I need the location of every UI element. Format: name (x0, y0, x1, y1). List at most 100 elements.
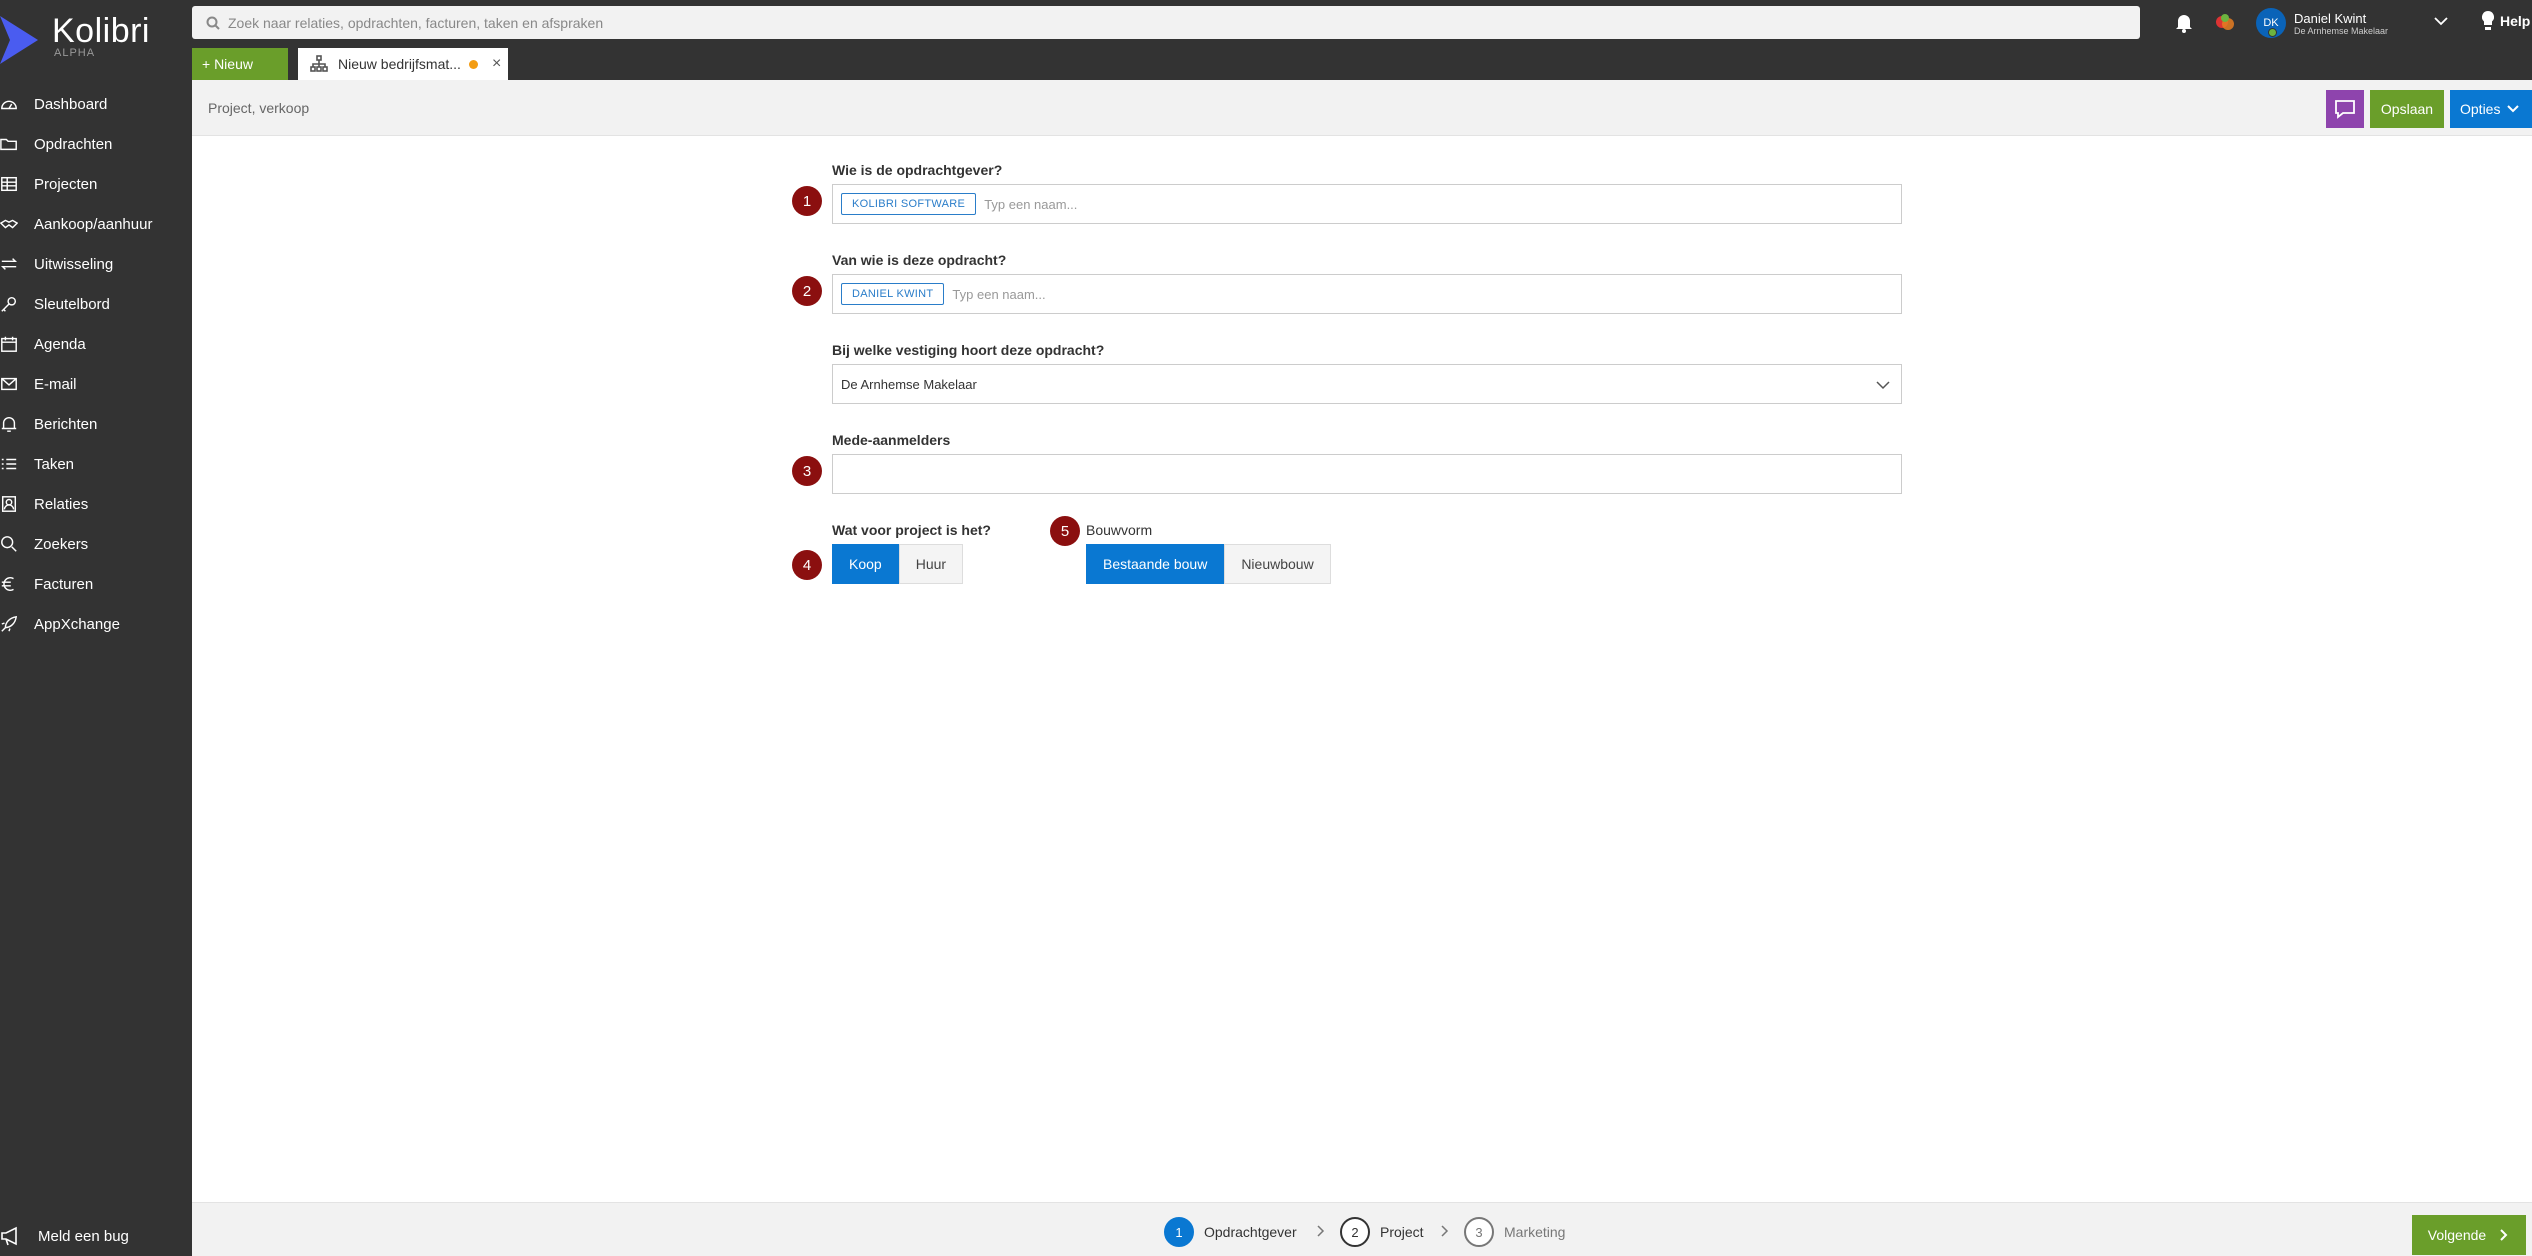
chevron-down-icon (2507, 105, 2520, 113)
chat-button[interactable] (2326, 90, 2364, 128)
save-button[interactable]: Opslaan (2370, 90, 2444, 128)
user-organization: De Arnhemse Makelaar (2294, 25, 2389, 36)
next-button[interactable]: Volgende (2412, 1215, 2526, 1255)
close-icon[interactable]: × (492, 55, 501, 73)
user-info: Daniel Kwint De Arnhemse Makelaar (2294, 11, 2388, 36)
branch-selected-value: De Arnhemse Makelaar (841, 376, 977, 392)
build-type-new[interactable]: Nieuwbouw (1224, 544, 1331, 584)
sidebar-item-relaties[interactable]: Relaties (0, 484, 192, 524)
sidebar-item-label: Aankoop/aanhuur (34, 215, 153, 233)
branch-label: Bij welke vestiging hoort deze opdracht? (832, 342, 1105, 358)
sidebar-item-opdrachten[interactable]: Opdrachten (0, 124, 192, 164)
sidebar-item-label: Uitwisseling (34, 255, 114, 273)
report-bug-link[interactable]: Meld een bug (0, 1216, 129, 1256)
step-badge-1: 1 (792, 186, 822, 216)
wizard-footer: 1 Opdrachtgever 2 Project 3 Marketing Vo… (192, 1202, 2532, 1256)
chevron-down-icon (1876, 381, 1890, 390)
client-chip[interactable]: KOLIBRI SOFTWARE (841, 193, 977, 215)
wizard-step-1[interactable]: 1 Opdrachtgever (1164, 1217, 1297, 1247)
kolibri-logo-icon (0, 16, 38, 64)
step-label: Opdrachtgever (1204, 1224, 1297, 1240)
sidebar-nav: Dashboard Opdrachten Projecten Aankoop/a… (0, 84, 192, 644)
sidebar-item-label: Facturen (34, 575, 94, 593)
bell-icon (0, 415, 34, 433)
megaphone-icon (1, 1226, 17, 1246)
project-type-koop[interactable]: Koop (832, 544, 899, 584)
euro-icon (0, 575, 34, 593)
sidebar-item-label: Sleutelbord (34, 295, 110, 313)
chevron-right-icon (2500, 1229, 2508, 1241)
build-type-toggle: Bestaande bouw Nieuwbouw (1086, 544, 1331, 584)
status-indicator-icon[interactable] (2212, 10, 2238, 36)
sidebar-item-email[interactable]: E-mail (0, 364, 192, 404)
wizard-step-2[interactable]: 2 Project (1340, 1217, 1424, 1247)
global-search (192, 6, 2140, 39)
dashboard-icon (0, 95, 34, 113)
handshake-icon (0, 215, 34, 233)
sidebar: Kolibri ALPHA Dashboard Opdrachten Proje… (0, 0, 192, 1256)
step-badge-4: 4 (792, 550, 822, 580)
sidebar-item-aankoop[interactable]: Aankoop/aanhuur (0, 204, 192, 244)
chevron-down-icon[interactable] (2432, 12, 2450, 30)
app-edition: ALPHA (54, 47, 96, 59)
step-number: 3 (1464, 1217, 1494, 1247)
sidebar-item-taken[interactable]: Taken (0, 444, 192, 484)
key-icon (0, 295, 34, 313)
project-type-label: Wat voor project is het? (832, 522, 991, 538)
co-registrants-input[interactable] (841, 466, 1441, 482)
step-number: 1 (1164, 1217, 1194, 1247)
contacts-icon (0, 495, 34, 513)
build-type-existing[interactable]: Bestaande bouw (1086, 544, 1225, 584)
tab-new-business-property[interactable]: Nieuw bedrijfsmat... × (298, 48, 508, 80)
top-bar: DK Daniel Kwint De Arnhemse Makelaar Hel… (192, 0, 2532, 46)
branch-select[interactable]: De Arnhemse Makelaar (832, 364, 1902, 404)
client-input[interactable] (984, 196, 1585, 212)
sidebar-item-uitwisseling[interactable]: Uitwisseling (0, 244, 192, 284)
app-logo[interactable]: Kolibri ALPHA (0, 0, 192, 70)
options-button[interactable]: Opties (2450, 90, 2532, 128)
co-registrants-label: Mede-aanmelders (832, 432, 951, 448)
assigner-field[interactable]: DANIEL KWINT (832, 274, 1902, 314)
client-field[interactable]: KOLIBRI SOFTWARE (832, 184, 1902, 224)
assigner-input[interactable] (952, 286, 1553, 302)
project-type-huur[interactable]: Huur (898, 544, 964, 584)
assigner-label: Van wie is deze opdracht? (832, 252, 1007, 268)
sidebar-item-dashboard[interactable]: Dashboard (0, 84, 192, 124)
sidebar-item-zoekers[interactable]: Zoekers (0, 524, 192, 564)
notifications-bell-icon[interactable] (2172, 10, 2196, 34)
unsaved-indicator (468, 59, 478, 69)
sidebar-item-projecten[interactable]: Projecten (0, 164, 192, 204)
user-menu[interactable]: DK Daniel Kwint De Arnhemse Makelaar (2256, 6, 2388, 40)
build-type-label: Bouwvorm (1086, 522, 1153, 538)
search-icon (0, 535, 34, 553)
sidebar-item-label: Agenda (34, 335, 86, 353)
new-button[interactable]: + Nieuw (192, 48, 288, 80)
tasks-icon (0, 455, 34, 473)
sidebar-item-facturen[interactable]: Facturen (0, 564, 192, 604)
step-label: Marketing (1504, 1224, 1566, 1240)
search-icon (206, 16, 220, 30)
step-badge-5: 5 (1050, 516, 1080, 546)
sidebar-item-label: Projecten (34, 175, 98, 193)
client-label: Wie is de opdrachtgever? (832, 162, 1003, 178)
sidebar-item-agenda[interactable]: Agenda (0, 324, 192, 364)
folder-icon (0, 135, 34, 153)
app-name: Kolibri (52, 12, 150, 50)
sidebar-item-appxchange[interactable]: AppXchange (0, 604, 192, 644)
step-label: Project (1380, 1224, 1424, 1240)
lightbulb-icon (2481, 10, 2495, 30)
step-number: 2 (1340, 1217, 1370, 1247)
assigner-chip[interactable]: DANIEL KWINT (841, 283, 945, 305)
rocket-icon (0, 615, 34, 633)
sidebar-item-sleutelbord[interactable]: Sleutelbord (0, 284, 192, 324)
avatar: DK (2256, 8, 2286, 38)
help-button[interactable]: Help (2480, 10, 2530, 32)
tab-bar: + Nieuw Nieuw bedrijfsmat... × (192, 46, 2532, 80)
sidebar-item-label: AppXchange (34, 615, 120, 633)
search-input[interactable] (228, 14, 2028, 31)
co-registrants-field[interactable] (832, 454, 1902, 494)
wizard-step-3[interactable]: 3 Marketing (1464, 1217, 1565, 1247)
step-badge-2: 2 (792, 276, 822, 306)
chevron-right-icon (1441, 1225, 1449, 1237)
sidebar-item-berichten[interactable]: Berichten (0, 404, 192, 444)
